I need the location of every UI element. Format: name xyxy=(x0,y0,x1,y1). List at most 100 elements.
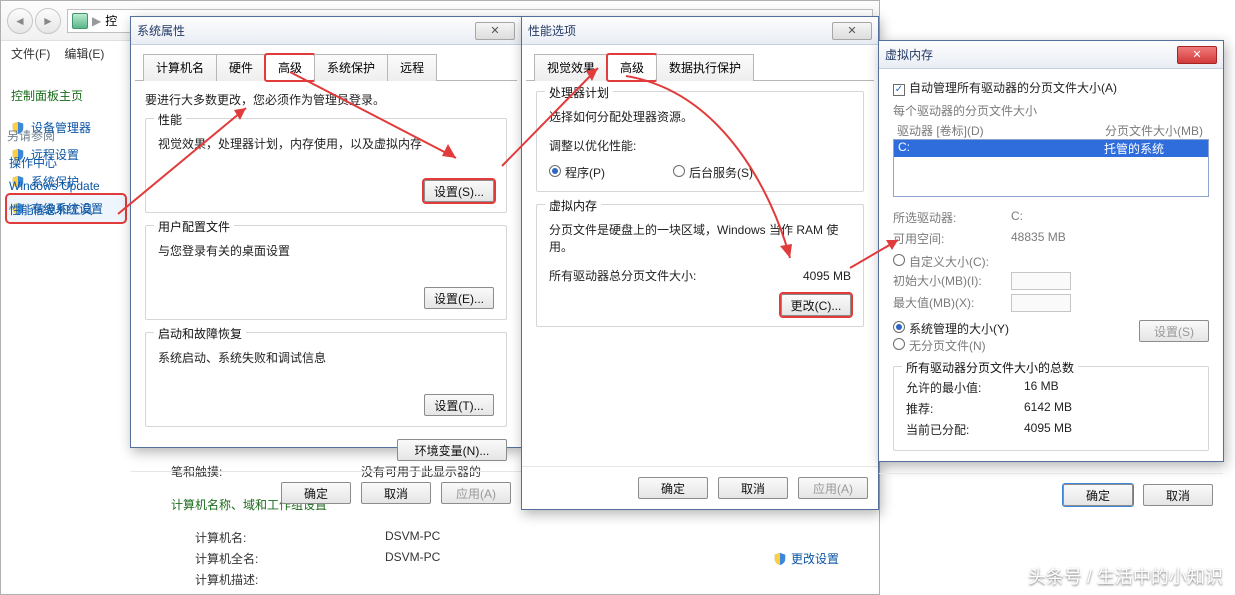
performance-options-window: 性能选项 ✕ 视觉效果 高级 数据执行保护 处理器计划 选择如何分配处理器资源。… xyxy=(521,16,879,510)
group-title: 虚拟内存 xyxy=(545,197,601,214)
radio-icon xyxy=(893,254,905,266)
close-button[interactable]: ✕ xyxy=(832,22,872,40)
radio-system: 系统管理的大小(Y) xyxy=(893,320,1139,337)
none-label: 无分页文件(N) xyxy=(909,339,986,353)
close-button[interactable]: ✕ xyxy=(1177,46,1217,64)
init-label: 初始大小(MB)(I): xyxy=(893,272,1003,290)
tab-visual-effects[interactable]: 视觉效果 xyxy=(534,54,608,81)
cmp-desc-label: 计算机描述: xyxy=(195,571,325,588)
group-title: 性能 xyxy=(154,111,186,128)
radio-background[interactable]: 后台服务(S) xyxy=(673,164,753,181)
total-label: 所有驱动器总分页文件大小: xyxy=(549,267,696,284)
tab-remote[interactable]: 远程 xyxy=(387,54,437,81)
close-button[interactable]: ✕ xyxy=(475,22,515,40)
max-input xyxy=(1011,294,1071,312)
sidebar-title[interactable]: 控制面板主页 xyxy=(7,81,125,114)
nav-fwd-button[interactable]: ► xyxy=(35,8,61,34)
list-row[interactable]: C: 托管的系统 xyxy=(894,140,1208,157)
radio-icon xyxy=(673,165,685,177)
radio-icon xyxy=(893,321,905,333)
titlebar[interactable]: 性能选项 ✕ xyxy=(522,17,878,45)
cmp-name-value: DSVM-PC xyxy=(385,529,440,546)
change-button[interactable]: 更改(C)... xyxy=(781,294,851,316)
group-desc: 系统启动、系统失败和调试信息 xyxy=(158,349,494,366)
title-text: 虚拟内存 xyxy=(885,46,933,63)
change-settings-link[interactable]: 更改设置 xyxy=(773,527,839,590)
menu-edit[interactable]: 编辑(E) xyxy=(64,45,104,62)
radio-icon xyxy=(893,338,905,350)
tab-pane: 处理器计划 选择如何分配处理器资源。 调整以优化性能: 程序(P) 后台服务(S… xyxy=(522,81,878,349)
computer-icon xyxy=(72,13,88,29)
perf-settings-button[interactable]: 设置(S)... xyxy=(424,180,494,202)
tab-hardware[interactable]: 硬件 xyxy=(216,54,266,81)
radio-label: 程序(P) xyxy=(565,166,605,180)
group-desc: 与您登录有关的桌面设置 xyxy=(158,242,494,259)
radio-icon xyxy=(549,165,561,177)
profile-settings-button[interactable]: 设置(E)... xyxy=(424,287,494,309)
cancel-button[interactable]: 取消 xyxy=(718,477,788,499)
env-vars-button[interactable]: 环境变量(N)... xyxy=(397,439,507,461)
title-text: 性能选项 xyxy=(528,22,576,39)
cmp-full-label: 计算机全名: xyxy=(195,550,325,567)
shield-icon xyxy=(773,552,787,566)
group-title: 用户配置文件 xyxy=(154,218,234,235)
ok-button[interactable]: 确定 xyxy=(281,482,351,504)
nav-buttons: ◄ ► xyxy=(7,8,61,34)
nav-back-button[interactable]: ◄ xyxy=(7,8,33,34)
ok-button[interactable]: 确定 xyxy=(1063,484,1133,506)
startup-settings-button[interactable]: 设置(T)... xyxy=(424,394,494,416)
group-desc: 分页文件是硬盘上的一块区域，Windows 当作 RAM 使用。 xyxy=(549,221,851,255)
dialog-footer: 确定 取消 应用(A) xyxy=(522,466,878,509)
group-title: 处理器计划 xyxy=(545,84,613,101)
dialog-footer: 确定 取消 xyxy=(879,473,1223,516)
cancel-button[interactable]: 取消 xyxy=(361,482,431,504)
titlebar[interactable]: 虚拟内存 ✕ xyxy=(879,41,1223,69)
watermark-text: 头条号 / 生活中的小知识 xyxy=(1028,563,1223,589)
menu-file[interactable]: 文件(F) xyxy=(11,45,50,62)
sys-label: 系统管理的大小(Y) xyxy=(909,322,1009,336)
row-drive: C: xyxy=(898,140,1104,157)
tab-dep[interactable]: 数据执行保护 xyxy=(656,54,754,81)
sel-drive-label: 所选驱动器: xyxy=(893,209,1003,226)
init-input xyxy=(1011,272,1071,290)
tab-computer-name[interactable]: 计算机名 xyxy=(143,54,217,81)
cancel-button[interactable]: 取消 xyxy=(1143,484,1213,506)
checkbox-icon: ✓ xyxy=(893,84,905,96)
system-properties-window: 系统属性 ✕ 计算机名 硬件 高级 系统保护 远程 要进行大多数更改，您必须作为… xyxy=(130,16,522,448)
apply-button[interactable]: 应用(A) xyxy=(798,477,868,499)
rec-val: 6142 MB xyxy=(1024,400,1072,417)
apply-button[interactable]: 应用(A) xyxy=(441,482,511,504)
processor-group: 处理器计划 选择如何分配处理器资源。 调整以优化性能: 程序(P) 后台服务(S… xyxy=(536,91,864,192)
footer-link-windows-update[interactable]: Windows Update xyxy=(7,175,102,197)
tab-protection[interactable]: 系统保护 xyxy=(314,54,388,81)
breadcrumb-separator: ▶ xyxy=(92,14,101,28)
set-button: 设置(S) xyxy=(1139,320,1209,342)
total-value: 4095 MB xyxy=(803,269,851,283)
drive-list[interactable]: C: 托管的系统 xyxy=(893,139,1209,197)
titlebar[interactable]: 系统属性 ✕ xyxy=(131,17,521,45)
radio-custom: 自定义大小(C): xyxy=(893,255,989,269)
free-label: 可用空间: xyxy=(893,230,1003,247)
tab-pane: 要进行大多数更改，您必须作为管理员登录。 性能 视觉效果，处理器计划，内存使用，… xyxy=(131,81,521,471)
radio-programs[interactable]: 程序(P) xyxy=(549,164,605,181)
custom-label: 自定义大小(C): xyxy=(909,255,989,269)
tab-advanced[interactable]: 高级 xyxy=(265,54,315,81)
footer-link-perf-info[interactable]: 性能信息和工具 xyxy=(7,197,102,222)
adjust-label: 调整以优化性能: xyxy=(549,137,851,154)
sidebar-footer: 另请参阅 操作中心 Windows Update 性能信息和工具 xyxy=(7,127,102,222)
title-text: 系统属性 xyxy=(137,22,185,39)
ok-button[interactable]: 确定 xyxy=(638,477,708,499)
each-drive-label: 每个驱动器的分页文件大小 xyxy=(893,102,1209,119)
footer-link-action-center[interactable]: 操作中心 xyxy=(7,150,102,175)
radio-row: 程序(P) 后台服务(S) xyxy=(549,164,851,181)
cmp-full-value: DSVM-PC xyxy=(385,550,440,567)
auto-label: 自动管理所有驱动器的分页文件大小(A) xyxy=(909,81,1117,95)
auto-manage-check[interactable]: ✓ 自动管理所有驱动器的分页文件大小(A) xyxy=(893,79,1209,96)
rec-label: 推荐: xyxy=(906,400,1016,417)
tab-advanced[interactable]: 高级 xyxy=(607,54,657,81)
sidebar-footer-title: 另请参阅 xyxy=(7,127,102,144)
radio-none: 无分页文件(N) xyxy=(893,337,1139,354)
group-title: 启动和故障恢复 xyxy=(154,325,246,342)
min-val: 16 MB xyxy=(1024,379,1059,396)
virtual-memory-window: 虚拟内存 ✕ ✓ 自动管理所有驱动器的分页文件大小(A) 每个驱动器的分页文件大小… xyxy=(878,40,1224,462)
